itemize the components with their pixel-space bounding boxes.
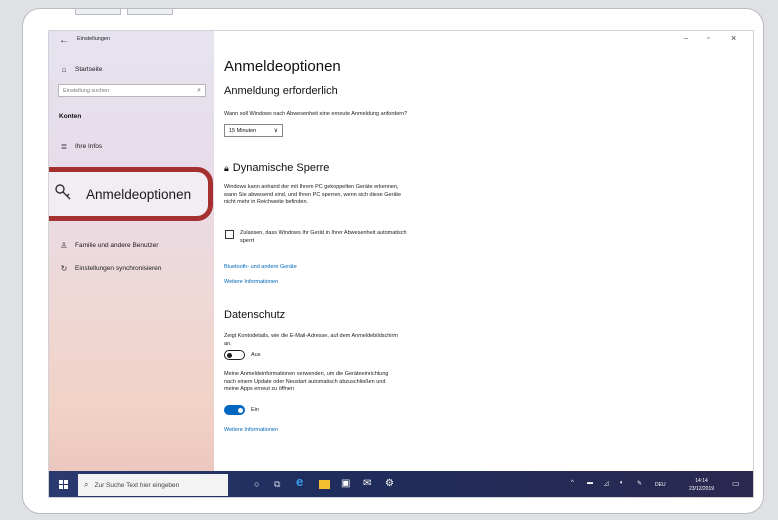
task-view-icon[interactable]: ⧉ [274,478,280,490]
sidebar-item-anmeldeoptionen[interactable]: Anmeldeoptionen [49,167,213,221]
toggle-knob [227,352,232,358]
text-line: Meine Anmeldeinformationen verwenden, um… [224,371,389,377]
sidebar: ← Einstellungen ⌂ Startseite Einstellung… [49,31,214,471]
account-details-toggle[interactable] [224,350,245,360]
sidebar-item-label: Anmeldeoptionen [86,186,192,202]
taskbar: ⌕ Zur Suche Text hier eingeben ○ ⧉ e ▣ ✉… [49,471,753,497]
chevron-up-icon[interactable]: ^ [571,480,574,486]
windows-start-icon[interactable] [59,480,69,490]
text-line: Zulassen, dass Windows Ihr Gerät in Ihre… [240,230,407,236]
sidebar-item-sync[interactable]: ↻ Einstellungen synchronisieren [59,264,162,273]
sidebar-item-label: Startseite [75,66,103,73]
sidebar-item-label: Familie und andere Benutzer [75,242,159,249]
cortana-icon[interactable]: ○ [254,478,259,490]
settings-gear-icon[interactable]: ⚙ [385,478,394,490]
dropdown-value: 15 Minuten [229,127,257,134]
signin-info-toggle[interactable] [224,405,245,415]
file-explorer-icon[interactable] [319,480,330,489]
text-line: sperrt [240,237,255,244]
toggle-state-label: Ein [251,407,259,413]
sidebar-item-ihre-infos[interactable]: ≣ Ihre Infos [59,142,102,151]
account-details-text: Zeigt Kontodetails, wie die E-Mail-Adres… [224,333,398,348]
minimize-button[interactable]: – [684,35,688,42]
language-indicator[interactable]: DEU [655,482,666,488]
person-list-icon: ≣ [60,142,68,151]
sidebar-item-label: Einstellungen synchronisieren [75,265,162,272]
taskbar-search-input[interactable]: ⌕ Zur Suche Text hier eingeben [78,474,228,496]
text-line: nicht mehr in Reichweite befinden. [224,199,309,205]
back-arrow-icon[interactable]: ← [59,35,69,46]
dynamic-lock-checkbox[interactable] [225,230,234,239]
signin-info-text: Meine Anmeldeinformationen verwenden, um… [224,371,388,394]
more-info-link-2[interactable]: Weitere Informationen [224,427,278,433]
search-placeholder: Einstellung suchen [63,87,110,94]
clock[interactable]: 14:14 23/12/2019 [689,477,714,493]
toggle-knob [238,407,243,413]
more-info-link-1[interactable]: Weitere Informationen [224,279,278,285]
maximize-button[interactable]: ▫ [707,35,709,42]
text-line: Zeigt Kontodetails, wie die E-Mail-Adres… [224,333,398,339]
bluetooth-devices-link[interactable]: Bluetooth- und andere Geräte [224,264,297,270]
store-icon[interactable]: ▣ [341,478,350,490]
text-line: Windows kann anhand der mit Ihrem PC gek… [224,184,399,190]
window-title: Einstellungen [77,36,111,42]
search-input[interactable]: Einstellung suchen ⌕ [58,84,206,97]
sidebar-item-home[interactable]: ⌂ Startseite [59,65,103,74]
device-button [75,9,121,15]
volume-icon[interactable]: 🔈︎ [620,480,624,487]
mail-icon[interactable]: ✉ [363,478,371,490]
section-heading: Konten [59,113,82,120]
signin-timeout-dropdown[interactable]: 15 Minuten ∨ [224,124,283,137]
chevron-down-icon: ∨ [273,128,278,134]
sidebar-item-familie[interactable]: ♙ Familie und andere Benutzer [59,241,158,250]
page-title: Anmeldeoptionen [224,58,341,75]
text-line: meine Apps erneut zu öffnen [224,386,294,392]
sidebar-item-label: Ihre Infos [75,143,103,150]
close-button[interactable]: × [731,33,736,43]
home-icon: ⌂ [61,65,67,74]
text-line: nach einem Update oder Neustart automati… [224,378,386,385]
heading-text: Dynamische Sperre [232,162,330,174]
notification-icon[interactable]: ▭ [732,479,740,488]
network-icon[interactable]: ◿ [604,480,609,487]
battery-icon[interactable]: ▬ [587,480,593,486]
main-content: – ▫ × Anmeldeoptionen Anmeldung erforder… [214,31,753,471]
screen: ← Einstellungen ⌂ Startseite Einstellung… [48,30,754,498]
dynamic-lock-icon: 🔒︎ [224,162,229,173]
search-placeholder: Zur Suche Text hier eingeben [94,481,180,489]
clock-date: 23/12/2019 [689,486,715,492]
pen-icon[interactable]: ✎ [637,480,642,487]
checkbox-label: Zulassen, dass Windows Ihr Gerät in Ihre… [240,230,407,245]
sync-icon: ↻ [60,264,68,273]
toggle-state-label: Aus [251,352,261,358]
text-line: wann Sie abwesend sind, und Ihren PC spe… [224,191,402,198]
person-add-icon: ♙ [60,241,68,250]
clock-time: 14:14 [695,478,708,484]
edge-browser-icon[interactable]: e [296,475,303,488]
section-heading-dynamic-lock: 🔒︎ Dynamische Sperre [224,162,329,174]
section-heading-privacy: Datenschutz [224,309,286,321]
device-button [127,9,173,15]
text-line: an. [224,340,232,347]
search-icon: ⌕ [84,480,89,489]
search-icon: ⌕ [197,86,201,94]
key-icon [54,183,72,206]
section-heading-signin: Anmeldung erforderlich [224,85,338,97]
dynamic-lock-description: Windows kann anhand der mit Ihrem PC gek… [224,184,401,207]
signin-question: Wann soll Windows nach Abwesenheit eine … [224,111,408,117]
